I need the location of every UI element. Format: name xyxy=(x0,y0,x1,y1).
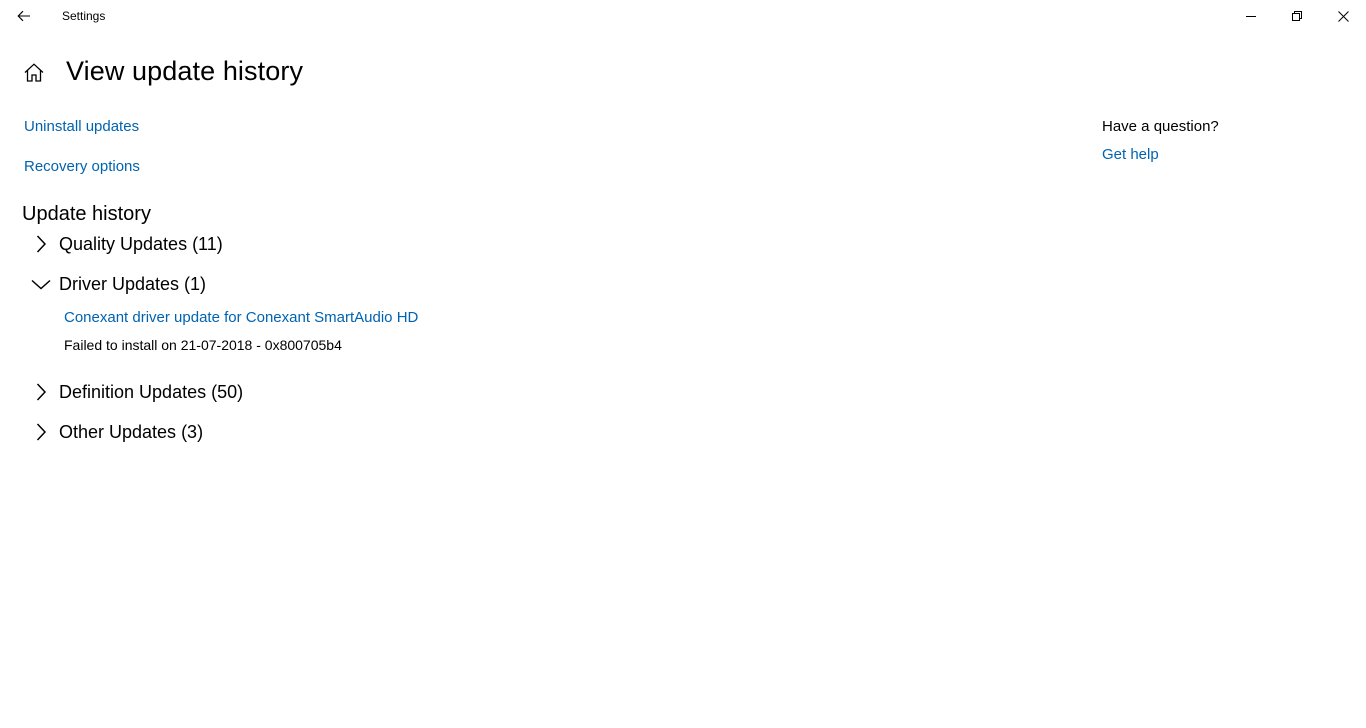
chevron-right-icon xyxy=(28,420,54,444)
chevron-right-icon xyxy=(28,232,54,256)
minimize-button[interactable] xyxy=(1228,0,1274,32)
uninstall-updates-link[interactable]: Uninstall updates xyxy=(24,118,139,135)
settings-window: Settings View update history Uninstall u… xyxy=(0,0,1366,728)
get-help-link[interactable]: Get help xyxy=(1102,146,1159,163)
home-button[interactable] xyxy=(20,58,48,86)
group-label: Quality Updates (11) xyxy=(59,233,223,254)
chevron-right-icon xyxy=(28,380,54,404)
group-quality-updates[interactable]: Quality Updates (11) xyxy=(28,229,223,259)
back-arrow-icon xyxy=(17,10,30,22)
group-definition-updates[interactable]: Definition Updates (50) xyxy=(28,377,243,407)
recovery-options-link[interactable]: Recovery options xyxy=(24,158,140,175)
group-driver-updates[interactable]: Driver Updates (1) xyxy=(28,269,206,299)
page-title: View update history xyxy=(66,56,304,86)
group-label: Other Updates (3) xyxy=(59,421,204,442)
title-bar: Settings xyxy=(0,0,1366,32)
minimize-icon xyxy=(1246,16,1256,17)
group-other-updates[interactable]: Other Updates (3) xyxy=(28,417,203,447)
home-icon xyxy=(24,62,44,82)
help-heading: Have a question? xyxy=(1102,118,1219,135)
close-button[interactable] xyxy=(1320,0,1366,32)
restore-button[interactable] xyxy=(1274,0,1320,32)
update-item-link[interactable]: Conexant driver update for Conexant Smar… xyxy=(64,309,418,326)
update-history-heading: Update history xyxy=(22,203,151,225)
update-item-status: Failed to install on 21-07-2018 - 0x8007… xyxy=(64,337,342,353)
app-title: Settings xyxy=(62,9,106,23)
group-label: Driver Updates (1) xyxy=(59,273,207,294)
group-label: Definition Updates (50) xyxy=(59,381,244,402)
chevron-down-icon xyxy=(28,272,54,296)
restore-icon xyxy=(1292,11,1302,21)
back-button[interactable] xyxy=(0,0,48,32)
close-icon xyxy=(1337,10,1349,22)
